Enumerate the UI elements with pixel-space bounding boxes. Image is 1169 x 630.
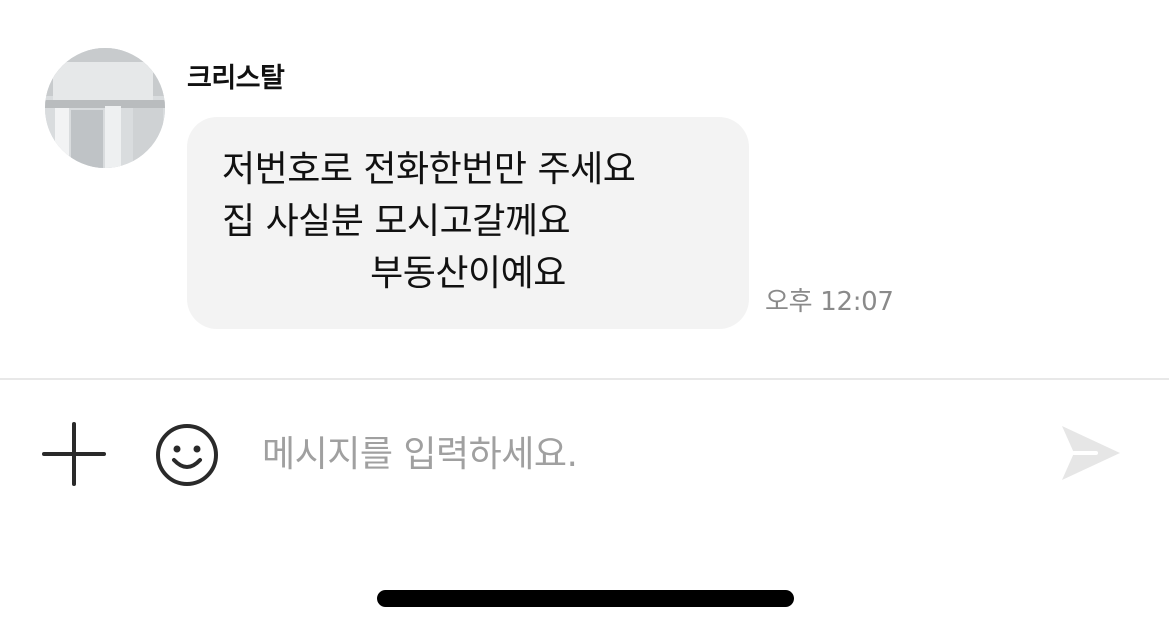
message-timestamp: 오후 12:07 [765,287,894,317]
send-button[interactable] [1058,420,1124,486]
avatar-photo [45,48,165,168]
avatar[interactable] [45,48,165,168]
home-indicator[interactable] [377,590,794,607]
message-text-line: 집 사실분 모시고갈께요 [222,201,571,242]
smiley-icon [156,424,218,486]
attach-button[interactable] [40,420,108,488]
message-text-line: 저번호로 전화한번만 주세요 [222,149,636,190]
emoji-button[interactable] [154,422,220,488]
chat-message-area: 크리스탈 저번호로 전화한번만 주세요 집 사실분 모시고갈께요 부동산이예요 … [0,0,1169,378]
sender-name: 크리스탈 [187,63,285,94]
plus-icon [42,422,106,486]
message-input[interactable] [262,428,1022,480]
message-composer [0,380,1169,530]
send-icon [1062,426,1120,480]
message-text-line: 부동산이예요 [370,253,566,294]
message-bubble[interactable]: 저번호로 전화한번만 주세요 집 사실분 모시고갈께요 부동산이예요 [187,117,749,329]
